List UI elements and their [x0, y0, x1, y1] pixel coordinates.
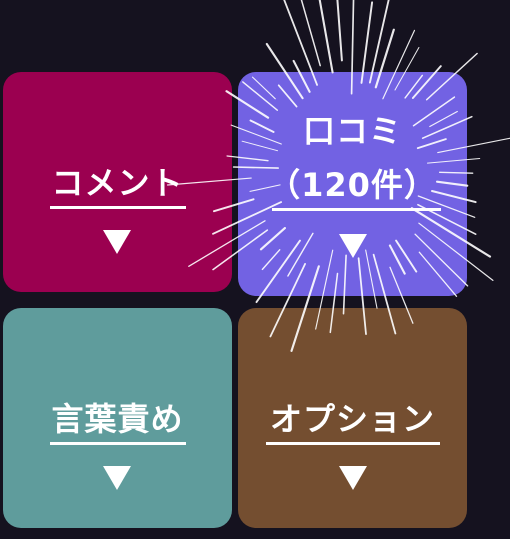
sunburst-ray — [318, 0, 334, 74]
words-tile[interactable]: 言葉責め — [3, 308, 232, 528]
sunburst-ray — [300, 0, 321, 67]
reviews-underline — [272, 208, 441, 211]
comment-label: コメント — [51, 164, 184, 202]
triangle-down-icon — [339, 234, 367, 258]
comment-tile[interactable]: コメント — [3, 72, 232, 292]
triangle-down-icon — [103, 230, 131, 254]
words-label: 言葉責め — [51, 400, 184, 438]
options-underline — [266, 442, 440, 445]
sunburst-ray — [336, 0, 343, 62]
sunburst-ray — [368, 0, 390, 84]
sunburst-ray — [360, 1, 374, 84]
menu-grid: コメント 口コミ （120件） 言葉責め オプション — [0, 0, 510, 539]
reviews-label: 口コミ — [302, 112, 402, 150]
reviews-count-label: （120件） — [268, 166, 437, 204]
triangle-down-icon — [339, 466, 367, 490]
reviews-tile[interactable]: 口コミ （120件） — [238, 72, 467, 296]
triangle-down-icon — [103, 466, 131, 490]
words-underline — [50, 442, 186, 445]
options-tile[interactable]: オプション — [238, 308, 467, 528]
comment-underline — [50, 206, 186, 209]
options-label: オプション — [269, 400, 435, 438]
